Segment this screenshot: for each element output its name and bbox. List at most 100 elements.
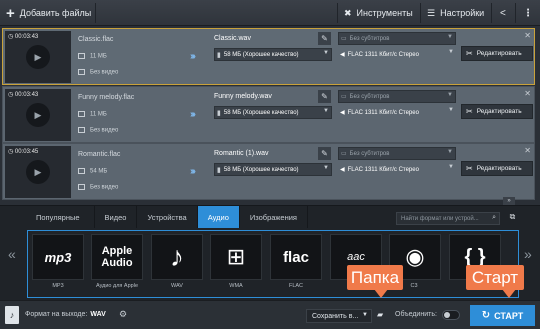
- format-panel: Популярные Видео Устройства Аудио Изобра…: [0, 205, 540, 300]
- chevron-down-icon: ▼: [323, 165, 329, 171]
- file-row[interactable]: 00:03:45 ▶ Romantic.flac 54 МБ Без видео…: [2, 143, 535, 200]
- format-tile-label: WAV: [171, 283, 183, 289]
- audio-track-dropdown[interactable]: ◀ FLAC 1311 Кбит/с Стерео ▼: [338, 163, 456, 176]
- chevron-down-icon: ▼: [323, 50, 329, 56]
- wrench-icon: ✖: [344, 7, 352, 18]
- add-files-button[interactable]: + Добавить файлы: [6, 0, 91, 26]
- scroll-left-icon[interactable]: «: [8, 246, 16, 262]
- more-icon[interactable]: ⋮: [523, 0, 533, 26]
- callout-folder: Папка: [347, 265, 403, 298]
- edit-button[interactable]: ✂ Редактировать: [461, 46, 533, 61]
- scissors-icon: ✂: [466, 164, 473, 173]
- share-icon[interactable]: <: [500, 0, 506, 26]
- source-file-size: 11 МБ: [78, 111, 107, 118]
- source-video-info: Без видео: [78, 184, 118, 191]
- remove-file-icon[interactable]: ✕: [524, 31, 531, 40]
- settings-button[interactable]: ☰ Настройки: [427, 0, 484, 26]
- output-file-name: Funny melody.wav: [214, 93, 272, 100]
- bottom-bar: ♪ Формат на выходе: WAV ⚙ Сохранить в... …: [0, 300, 540, 329]
- subtitles-dropdown[interactable]: ▭ Без субтитров ▼: [338, 147, 456, 160]
- tools-button[interactable]: ✖ Инструменты: [344, 0, 413, 26]
- subtitles-icon: ▭: [341, 151, 347, 157]
- music-note-icon: ♪: [170, 241, 184, 272]
- output-format-value: WAV: [90, 311, 106, 318]
- play-icon[interactable]: ▶: [26, 103, 50, 127]
- subtitles-icon: ▭: [341, 94, 347, 100]
- output-file-icon: ♪: [5, 306, 19, 324]
- audio-track-dropdown[interactable]: ◀ FLAC 1311 Кбит/с Стерео ▼: [338, 106, 456, 119]
- video-icon: [78, 69, 85, 75]
- convert-arrow-icon: ›››: [190, 109, 196, 120]
- source-file-name: Romantic.flac: [78, 151, 121, 158]
- scroll-right-icon[interactable]: »: [524, 246, 532, 262]
- format-tile-apple-audio[interactable]: Apple Audio: [91, 234, 143, 280]
- duration-label: 00:03:43: [8, 91, 38, 98]
- merge-label: Объединить:: [395, 311, 437, 318]
- chevron-down-icon: ▼: [448, 164, 454, 170]
- format-tile-wav[interactable]: ♪: [151, 234, 203, 280]
- chevron-down-icon: ▼: [447, 34, 453, 40]
- subtitles-dropdown[interactable]: ▭ Без субтитров ▼: [338, 90, 456, 103]
- tab-popular[interactable]: Популярные: [0, 206, 95, 228]
- toolbar-divider: [515, 3, 516, 23]
- file-thumbnail[interactable]: 00:03:45 ▶: [5, 146, 71, 198]
- tab-audio[interactable]: Аудио: [197, 206, 240, 228]
- output-file-name: Classic.wav: [214, 35, 251, 42]
- tab-devices[interactable]: Устройства: [137, 206, 198, 228]
- rename-pencil-icon[interactable]: ✎: [318, 147, 331, 160]
- toolbar-divider: [420, 3, 421, 23]
- file-icon: ▮: [217, 51, 221, 59]
- source-file-name: Funny melody.flac: [78, 94, 135, 101]
- file-row[interactable]: 00:03:43 ▶ Funny melody.flac 11 МБ Без в…: [2, 86, 535, 143]
- chevron-down-icon: ▼: [323, 108, 329, 114]
- quality-dropdown[interactable]: ▮ 58 МБ (Хорошее качество) ▼: [214, 163, 332, 176]
- format-tile-label: WMA: [229, 283, 243, 289]
- save-in-dropdown[interactable]: Сохранить в... ▼: [306, 309, 372, 323]
- duration-label: 00:03:43: [8, 33, 38, 40]
- file-icon: ▮: [217, 166, 221, 174]
- plus-icon: +: [6, 4, 15, 22]
- file-thumbnail[interactable]: 00:03:43 ▶: [5, 31, 71, 83]
- format-tile-label: Аудио для Apple: [95, 283, 139, 289]
- edit-button[interactable]: ✂ Редактировать: [461, 161, 533, 176]
- folder-icon[interactable]: ▰: [377, 310, 383, 319]
- output-format[interactable]: Формат на выходе: WAV: [25, 311, 106, 318]
- remove-file-icon[interactable]: ✕: [524, 146, 531, 155]
- convert-arrow-icon: ›››: [190, 166, 196, 177]
- tab-images[interactable]: Изображения: [240, 206, 308, 228]
- edit-button[interactable]: ✂ Редактировать: [461, 104, 533, 119]
- start-button[interactable]: ↻ СТАРТ: [470, 305, 535, 326]
- menu-icon: ☰: [427, 7, 436, 18]
- format-tile-label: MP3: [52, 283, 64, 289]
- toolbar-divider: [337, 3, 338, 23]
- aac-icon: aac: [347, 251, 365, 263]
- gear-icon[interactable]: ⚙: [119, 309, 127, 320]
- ogg-icon: ◉: [405, 244, 425, 269]
- rename-pencil-icon[interactable]: ✎: [318, 32, 331, 45]
- subtitles-dropdown[interactable]: ▭ Без субтитров ▼: [338, 32, 456, 45]
- format-search-input[interactable]: Найти формат или устрой... ⌕: [396, 212, 500, 225]
- tab-video[interactable]: Видео: [95, 206, 138, 228]
- speaker-icon: ◀: [340, 110, 345, 116]
- scissors-icon: ✂: [466, 49, 473, 58]
- file-row[interactable]: 00:03:43 ▶ Classic.flac 11 МБ Без видео …: [2, 28, 535, 85]
- file-thumbnail[interactable]: 00:03:43 ▶: [5, 89, 71, 141]
- subtitles-icon: ▭: [341, 36, 347, 42]
- search-icon[interactable]: ⌕: [492, 214, 496, 222]
- chevron-down-icon: ▼: [447, 92, 453, 98]
- audio-track-dropdown[interactable]: ◀ FLAC 1311 Кбит/с Стерео ▼: [338, 48, 456, 61]
- rename-pencil-icon[interactable]: ✎: [318, 90, 331, 103]
- source-video-info: Без видео: [78, 127, 118, 134]
- play-icon[interactable]: ▶: [26, 45, 50, 69]
- format-tile-mp3[interactable]: mp3: [32, 234, 84, 280]
- merge-toggle[interactable]: [442, 310, 460, 320]
- source-file-name: Classic.flac: [78, 36, 114, 43]
- format-tile-flac[interactable]: flac: [270, 234, 322, 280]
- chevron-down-icon: ▼: [447, 149, 453, 155]
- quality-dropdown[interactable]: ▮ 58 МБ (Хорошее качество) ▼: [214, 106, 332, 119]
- play-icon[interactable]: ▶: [26, 160, 50, 184]
- format-tile-wma[interactable]: ⊞: [210, 234, 262, 280]
- device-detect-icon[interactable]: ⧉: [506, 212, 519, 225]
- remove-file-icon[interactable]: ✕: [524, 89, 531, 98]
- quality-dropdown[interactable]: ▮ 58 МБ (Хорошее качество) ▼: [214, 48, 332, 61]
